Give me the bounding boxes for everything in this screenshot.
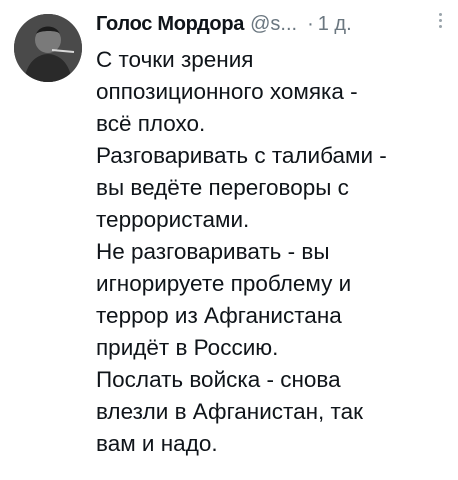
tweet-line: игнорируете проблему и (96, 271, 352, 296)
tweet-line: вам и надо. (96, 431, 218, 456)
more-dot (438, 18, 442, 22)
tweet-line: террористами. (96, 207, 250, 232)
tweet-line: Не разговаривать - вы (96, 239, 330, 264)
tweet-line: всё плохо. (96, 111, 206, 136)
tweet-line: террор из Афганистана (96, 303, 342, 328)
separator-dot: · (307, 13, 314, 35)
author-name[interactable]: Голос Мордора (96, 8, 244, 40)
more-dot (438, 24, 442, 28)
tweet[interactable]: Голос Мордора @s... · 1 д. С точки зрени… (0, 0, 458, 480)
tweet-line: придёт в Россию. (96, 335, 279, 360)
tweet-line: С точки зрения (96, 47, 254, 72)
timestamp[interactable]: 1 д. (318, 8, 352, 40)
tweet-line: оппозиционного хомяка - (96, 79, 358, 104)
more-dot (438, 12, 442, 16)
tweet-line: Послать войска - снова (96, 367, 341, 392)
tweet-header: Голос Мордора @s... · 1 д. (96, 8, 446, 40)
tweet-line: вы ведёте переговоры с (96, 175, 349, 200)
tweet-text: С точки зрения оппозиционного хомяка - в… (96, 44, 446, 460)
tweet-line: влезли в Афганистан, так (96, 399, 363, 424)
tweet-content: Голос Мордора @s... · 1 д. С точки зрени… (96, 8, 446, 460)
tweet-line: Разговаривать с талибами - (96, 143, 387, 168)
more-vertical-icon[interactable] (430, 8, 450, 32)
author-handle[interactable]: @s... (250, 8, 297, 40)
avatar[interactable] (14, 14, 82, 82)
